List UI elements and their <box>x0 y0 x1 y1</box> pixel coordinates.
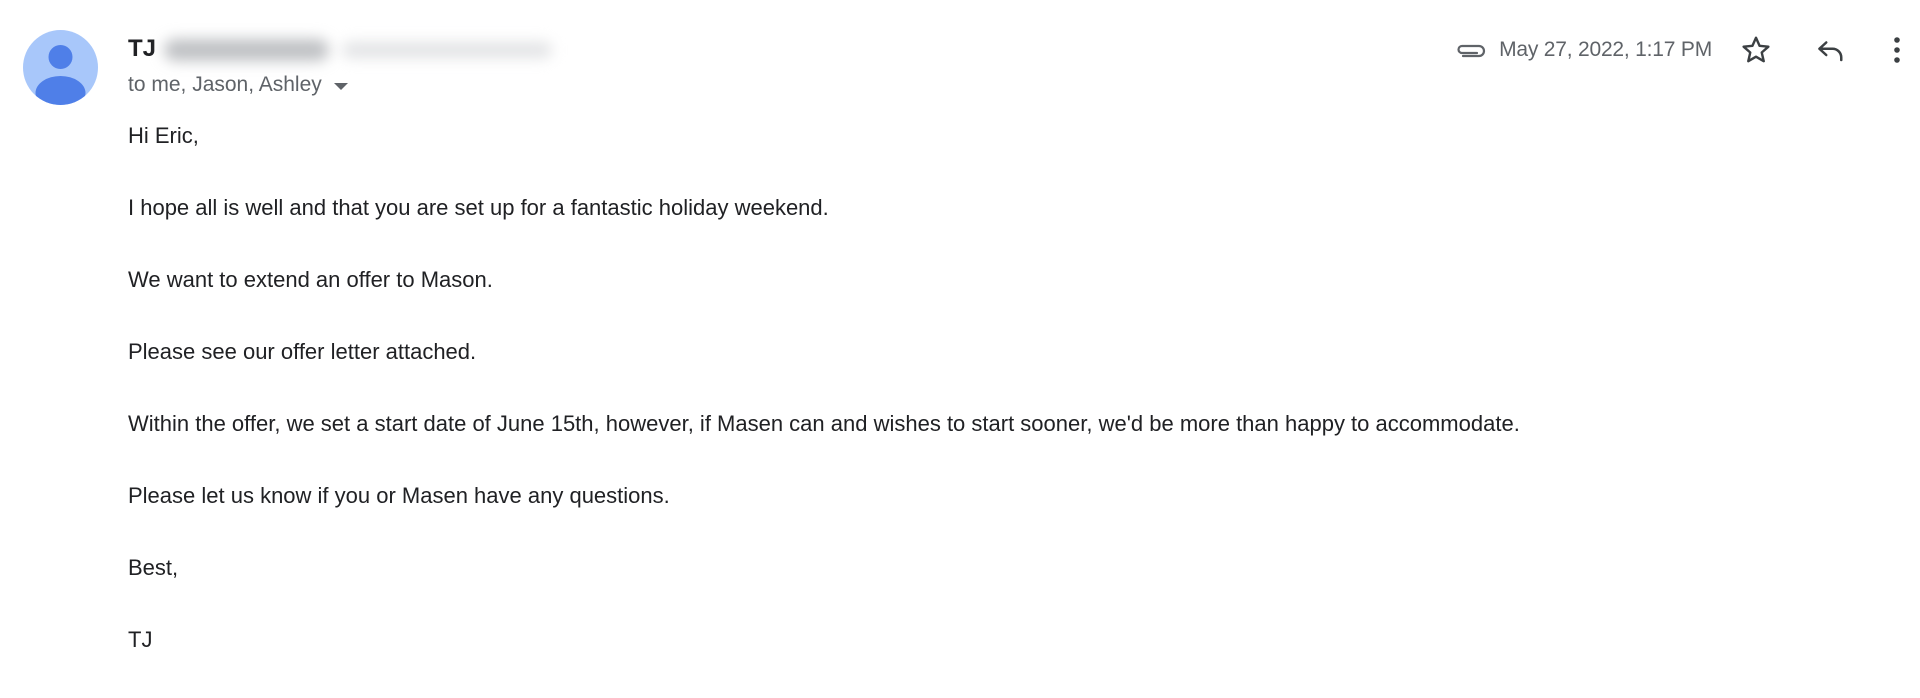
signature: TJ <box>128 627 153 652</box>
star-outline-icon <box>1742 36 1770 63</box>
message-body: Hi Eric, I hope all is well and that you… <box>128 122 1520 698</box>
sender-avatar[interactable] <box>23 30 98 105</box>
recipients-text: to me, Jason, Ashley <box>128 73 322 96</box>
caret-down-icon[interactable] <box>333 82 348 90</box>
person-avatar-icon <box>35 45 86 105</box>
message-meta: May 27, 2022, 1:17 PM <box>1453 30 1920 70</box>
reply-button[interactable] <box>1808 30 1852 70</box>
body-paragraph: Please let us know if you or Masen have … <box>128 483 670 508</box>
signoff: Best, <box>128 555 179 580</box>
message-date: May 27, 2022, 1:17 PM <box>1499 38 1712 61</box>
greeting: Hi Eric, <box>128 123 199 148</box>
reply-icon <box>1818 41 1843 62</box>
star-button[interactable] <box>1734 30 1778 70</box>
body-paragraph: Within the offer, we set a start date of… <box>128 411 1520 436</box>
sender-line: TJ <box>128 33 562 65</box>
body-paragraph: We want to extend an offer to Mason. <box>128 267 493 292</box>
recipients-toggle[interactable]: to me, Jason, Ashley <box>128 71 348 99</box>
sender-name[interactable]: TJ <box>128 35 156 63</box>
more-vert-icon <box>1894 37 1900 63</box>
paperclip-icon <box>1453 38 1487 62</box>
body-paragraph: I hope all is well and that you are set … <box>128 195 829 220</box>
body-paragraph: Please see our offer letter attached. <box>128 339 477 364</box>
more-options-button[interactable] <box>1882 30 1912 70</box>
sender-email-redacted <box>162 33 562 65</box>
